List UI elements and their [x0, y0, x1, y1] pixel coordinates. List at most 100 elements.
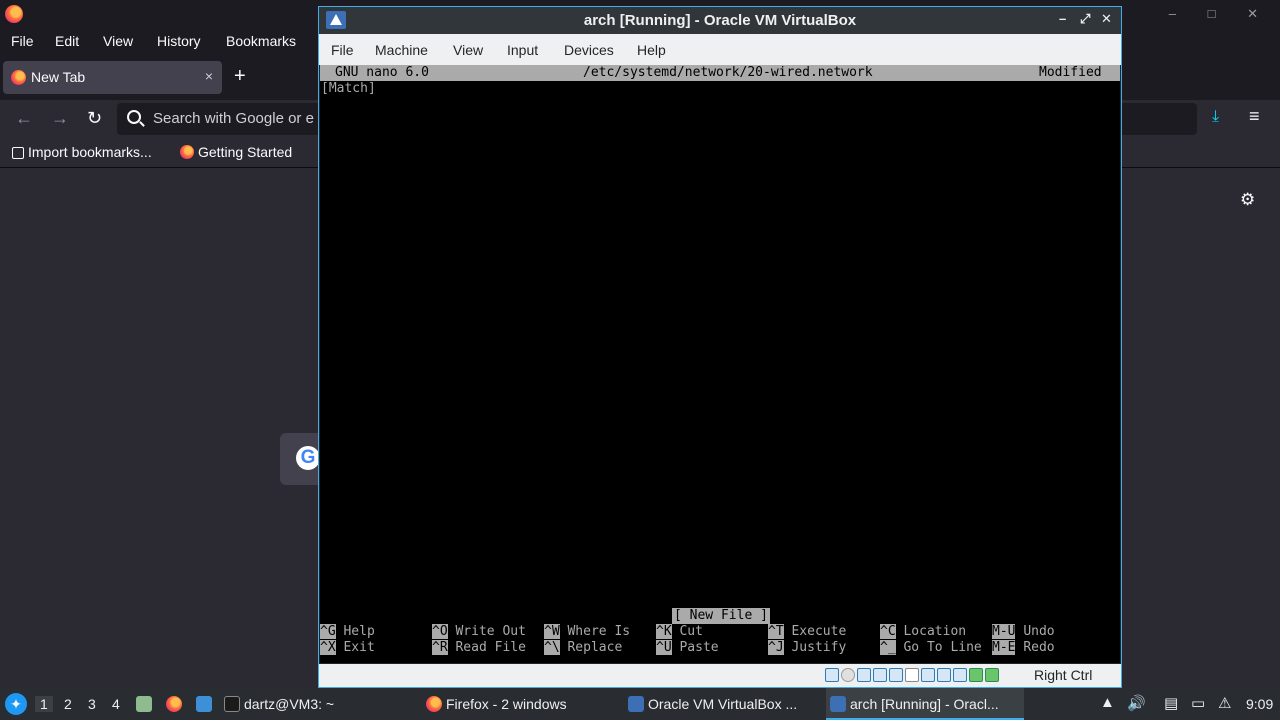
clipboard-icon[interactable]: ▤ — [1164, 694, 1178, 712]
minimize-icon[interactable]: – — [1059, 11, 1066, 26]
vbox-menu-help[interactable]: Help — [637, 42, 666, 58]
nano-shortcut: ^T Execute — [768, 624, 846, 640]
nano-shortcut-label: Cut — [679, 624, 703, 639]
vbox-menubar: File Machine View Input Devices Help — [319, 34, 1121, 65]
workspace-1[interactable]: 1 — [35, 696, 53, 712]
nano-shortcut-label: Location — [903, 624, 967, 639]
menu-edit[interactable]: Edit — [55, 33, 79, 49]
hamburger-menu-icon[interactable]: ≡ — [1249, 106, 1260, 127]
forward-arrow-icon[interactable]: → — [51, 108, 69, 129]
menu-view[interactable]: View — [103, 33, 133, 49]
bookmark-getting-started-label: Getting Started — [198, 144, 293, 160]
firefox-bookmark-icon — [180, 145, 194, 159]
nano-shortcut-key: ^W — [544, 624, 560, 639]
display-tray-icon[interactable]: ▭ — [1191, 694, 1205, 712]
back-arrow-icon[interactable]: ← — [15, 108, 33, 129]
nano-shortcut: ^G Help — [320, 624, 375, 640]
nano-version: GNU nano 6.0 — [335, 65, 429, 80]
tab-close-icon[interactable]: × — [205, 68, 213, 84]
workspace-3[interactable]: 3 — [88, 696, 96, 712]
nano-shortcut: ^\ Replace — [544, 640, 622, 656]
firefox-launcher-icon[interactable] — [166, 696, 182, 712]
menu-history[interactable]: History — [157, 33, 201, 49]
vbox-menu-file[interactable]: File — [331, 42, 354, 58]
nano-shortcut: M-U Undo — [992, 624, 1055, 640]
maximize-icon[interactable]: ⤢ — [1080, 11, 1090, 27]
google-icon: G — [296, 446, 320, 470]
nano-shortcut-label: Justify — [791, 640, 847, 655]
bookmark-getting-started[interactable]: Getting Started — [180, 144, 292, 160]
nano-shortcut: ^W Where Is — [544, 624, 630, 640]
virtualbox-vm-window: arch [Running] - Oracle VM VirtualBox – … — [318, 6, 1122, 688]
vbox-menu-input[interactable]: Input — [507, 42, 538, 58]
workspace-2[interactable]: 2 — [64, 696, 72, 712]
nano-shortcut-label: Exit — [343, 640, 375, 655]
nano-shortcut-label: Execute — [791, 624, 847, 639]
file-manager-icon[interactable] — [136, 696, 152, 712]
guest-additions-icon[interactable] — [969, 668, 983, 682]
nano-shortcut: ^J Justify — [768, 640, 846, 656]
nano-shortcut-key: ^C — [880, 624, 896, 639]
vbox-menu-view[interactable]: View — [453, 42, 483, 58]
virtualbox-task-icon — [628, 696, 644, 712]
menu-bookmarks[interactable]: Bookmarks — [226, 33, 296, 49]
audio-icon[interactable] — [857, 668, 871, 682]
nano-shortcut: ^U Paste — [656, 640, 719, 656]
vm-task-icon — [830, 696, 846, 712]
menu-file[interactable]: File — [11, 33, 34, 49]
desktop-icon[interactable] — [196, 696, 212, 712]
task-terminal[interactable]: dartz@VM3: ~ — [224, 688, 414, 720]
task-terminal-label: dartz@VM3: ~ — [244, 696, 335, 712]
window-controls-icon[interactable]: – □ ✕ — [1169, 6, 1272, 22]
tab-new-tab[interactable]: New Tab × — [3, 61, 222, 94]
start-menu-icon[interactable]: ✦ — [5, 693, 27, 715]
cpu-icon[interactable] — [953, 668, 967, 682]
nano-shortcut: ^K Cut — [656, 624, 703, 640]
nano-shortcut-label: Help — [343, 624, 375, 639]
bookmark-import[interactable]: Import bookmarks... — [12, 144, 152, 160]
vm-display[interactable]: GNU nano 6.0 /etc/systemd/network/20-wir… — [320, 65, 1120, 663]
hard-disk-icon[interactable] — [825, 668, 839, 682]
video-capture-icon[interactable] — [937, 668, 951, 682]
network-icon[interactable] — [873, 668, 887, 682]
nano-filename: /etc/systemd/network/20-wired.network — [583, 65, 873, 80]
display-icon[interactable] — [921, 668, 935, 682]
nano-shortcut-label: Replace — [567, 640, 623, 655]
update-notifier-icon[interactable]: ⚠ — [1218, 694, 1231, 712]
nano-shortcut-label: Write Out — [455, 624, 526, 639]
new-tab-button[interactable]: + — [234, 65, 246, 88]
task-vbox-manager[interactable]: Oracle VM VirtualBox ... — [628, 688, 820, 720]
nano-shortcut-key: ^G — [320, 624, 336, 639]
nano-shortcut-label: Undo — [1023, 624, 1055, 639]
optical-drive-icon[interactable] — [841, 668, 855, 682]
volume-icon[interactable]: 🔊 — [1127, 694, 1146, 712]
close-icon[interactable]: ✕ — [1101, 11, 1112, 27]
nano-shortcut-key: ^_ — [880, 640, 896, 655]
shared-folders-icon[interactable] — [905, 668, 919, 682]
task-arch-vm[interactable]: arch [Running] - Oracl... — [826, 688, 1024, 720]
usb-icon[interactable] — [889, 668, 903, 682]
tray-expand-icon[interactable]: ▲ — [1100, 694, 1115, 711]
nano-shortcut-key: ^U — [656, 640, 672, 655]
nano-content-line[interactable]: [Match] — [321, 81, 376, 97]
vbox-window-title: arch [Running] - Oracle VM VirtualBox — [583, 12, 857, 29]
nano-shortcut-key: ^R — [432, 640, 448, 655]
nano-title-bar: GNU nano 6.0 /etc/systemd/network/20-wir… — [320, 65, 1120, 81]
settings-gear-icon[interactable]: ⚙ — [1240, 190, 1255, 210]
vbox-menu-machine[interactable]: Machine — [375, 42, 428, 58]
nano-shortcut: ^R Read File — [432, 640, 526, 656]
search-icon — [127, 110, 141, 124]
reload-icon[interactable]: ↻ — [87, 108, 102, 129]
vbox-titlebar: arch [Running] - Oracle VM VirtualBox – … — [319, 7, 1121, 34]
nano-shortcut: ^X Exit — [320, 640, 375, 656]
nano-shortcut-label: Redo — [1023, 640, 1055, 655]
url-placeholder: Search with Google or e — [153, 110, 314, 127]
vbox-menu-devices[interactable]: Devices — [564, 42, 614, 58]
mouse-integration-icon[interactable] — [985, 668, 999, 682]
firefox-logo-icon — [5, 5, 23, 23]
bookmark-import-label: Import bookmarks... — [28, 144, 152, 160]
download-icon[interactable]: ⤓ — [1212, 108, 1219, 126]
clock: 9:09 — [1246, 696, 1274, 712]
task-firefox[interactable]: Firefox - 2 windows — [426, 688, 622, 720]
workspace-4[interactable]: 4 — [112, 696, 120, 712]
